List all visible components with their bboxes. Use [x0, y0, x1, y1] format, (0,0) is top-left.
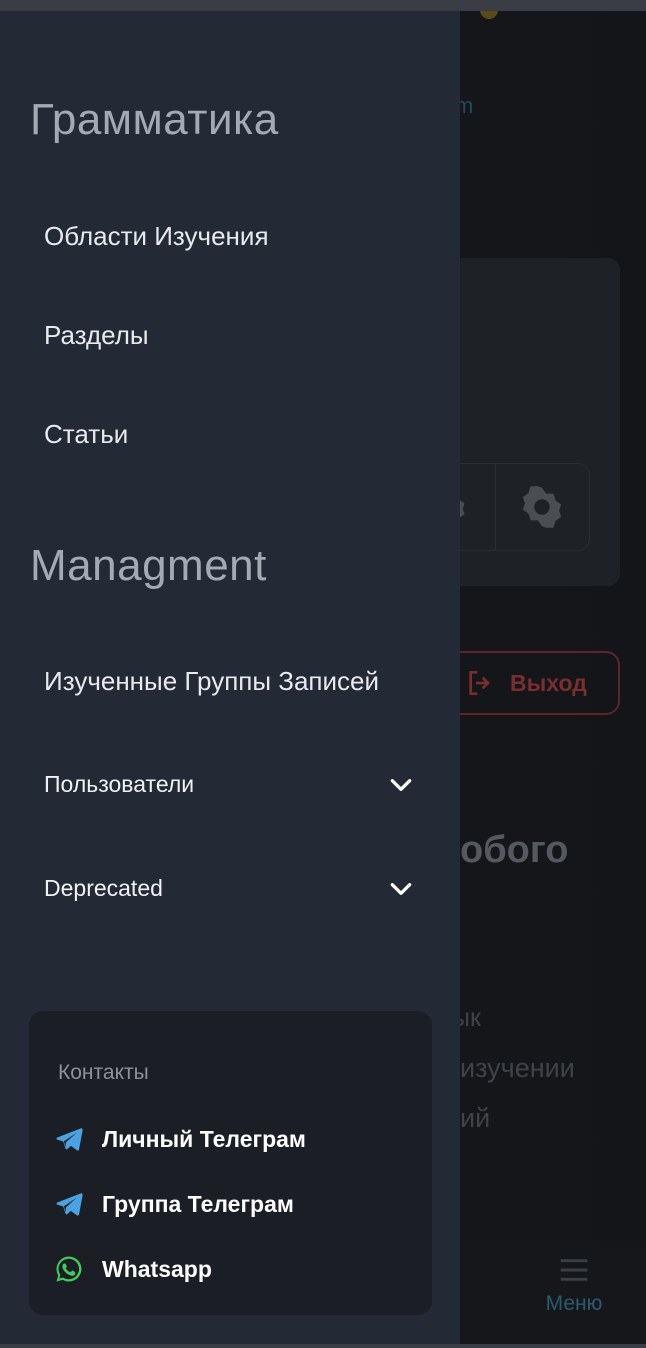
contact-personal-telegram-label: Личный Телеграм — [102, 1125, 306, 1152]
background-text-fragment-2: изучении — [460, 1053, 575, 1083]
theme-auto-button — [496, 464, 590, 550]
nav-expand-users-label: Пользователи — [44, 771, 195, 797]
nav-item-studied-groups[interactable]: Изученные Группы Записей — [44, 666, 379, 697]
status-dot — [480, 11, 498, 19]
logout-icon — [469, 671, 490, 695]
background-heading-fragment: обого — [460, 829, 569, 871]
logout-label: Выход — [510, 669, 587, 696]
background-text-fragment-3: ий — [460, 1103, 491, 1133]
menu-button: Меню — [540, 1256, 608, 1316]
contact-personal-telegram[interactable]: Личный Телеграм — [53, 1123, 306, 1155]
contact-whatsapp[interactable]: Whatsapp — [53, 1253, 212, 1285]
menu-label: Меню — [545, 1292, 603, 1315]
contacts-title: Контакты — [58, 1061, 149, 1084]
brightness-icon — [523, 486, 562, 528]
contacts-card: Контакты Личный Телеграм Группа Телеграм… — [29, 1011, 432, 1315]
hamburger-icon — [560, 1259, 588, 1281]
logout-button: Выход — [440, 651, 620, 715]
telegram-icon — [53, 1123, 85, 1155]
screen: m Выход обого ык изучении ий Меню Грамма… — [0, 11, 646, 1344]
nav-item-sections[interactable]: Разделы — [44, 320, 149, 351]
chevron-down-icon — [390, 882, 412, 895]
nav-expand-users[interactable]: Пользователи — [44, 771, 414, 798]
nav-item-articles[interactable]: Статьи — [44, 419, 128, 450]
chevron-down-icon — [390, 778, 412, 791]
section-title-management: Managment — [30, 541, 267, 590]
nav-expand-deprecated-label: Deprecated — [44, 875, 163, 901]
nav-item-study-areas[interactable]: Области Изучения — [44, 221, 269, 252]
contact-group-telegram[interactable]: Группа Телеграм — [53, 1188, 294, 1220]
contact-whatsapp-label: Whatsapp — [102, 1255, 212, 1282]
contact-group-telegram-label: Группа Телеграм — [102, 1190, 294, 1217]
nav-expand-deprecated[interactable]: Deprecated — [44, 875, 414, 902]
navigation-drawer: Грамматика Области Изучения Разделы Стат… — [0, 11, 460, 1344]
whatsapp-icon — [53, 1253, 85, 1285]
section-title-grammar: Грамматика — [30, 95, 279, 144]
telegram-icon — [53, 1188, 85, 1220]
